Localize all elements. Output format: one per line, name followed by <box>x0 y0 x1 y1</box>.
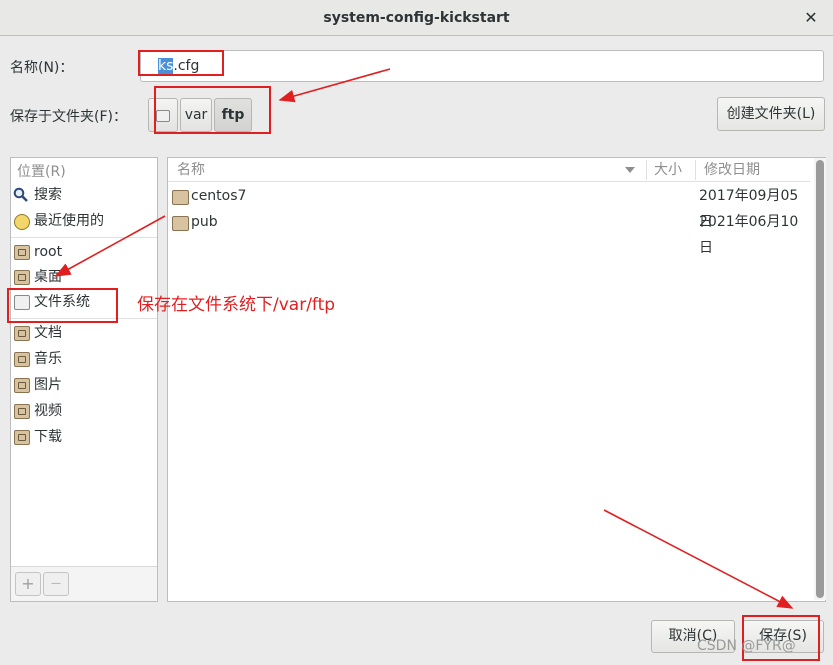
annotation-arrow <box>603 509 794 609</box>
annotation-arrow <box>278 68 391 103</box>
watermark: CSDN @FYR@ <box>697 638 796 654</box>
annotation-arrows <box>54 68 794 609</box>
annotation-arrow <box>54 215 166 277</box>
